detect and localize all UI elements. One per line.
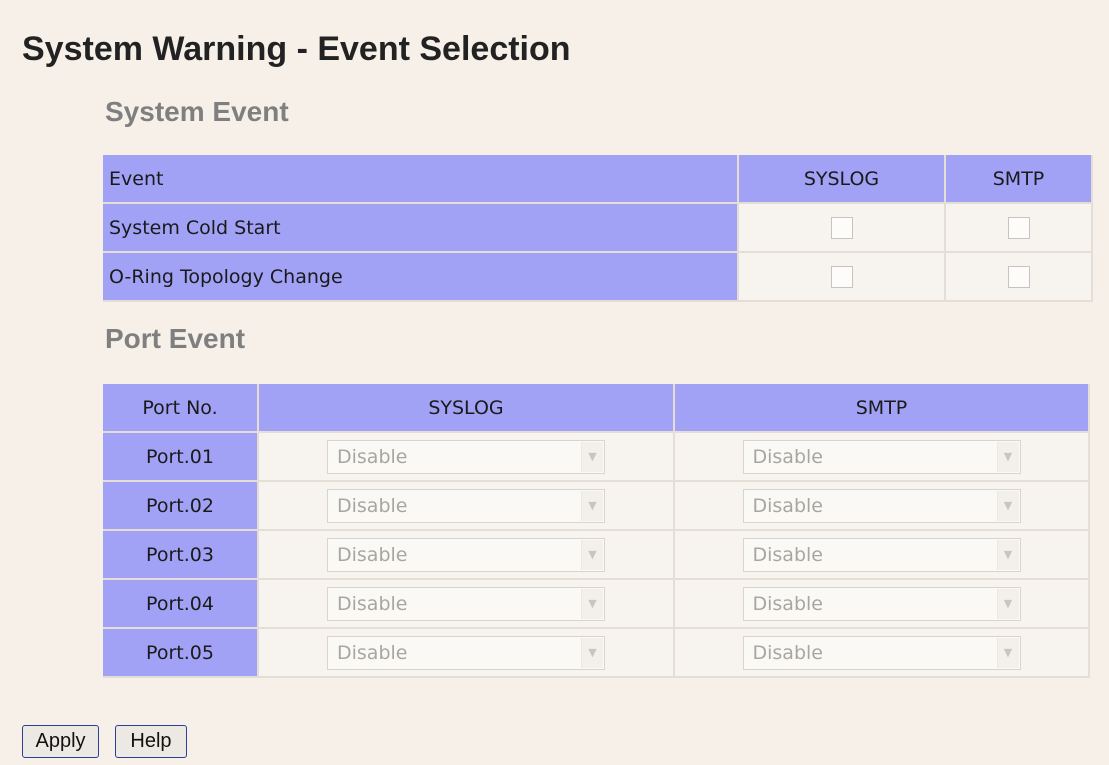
select-value: Disable (752, 592, 823, 615)
header-event: Event (103, 155, 739, 204)
port-05-syslog-select[interactable]: Disable ▼ (327, 635, 605, 670)
port-event-title: Port Event (105, 323, 246, 354)
system-event-table: Event SYSLOG SMTP System Cold Start O-Ri… (103, 155, 1093, 302)
header-smtp: SMTP (946, 155, 1093, 204)
port-04-syslog-select[interactable]: Disable ▼ (327, 586, 605, 621)
syslog-cell (739, 204, 946, 253)
select-value: Disable (337, 445, 408, 468)
port-01-smtp-select[interactable]: Disable ▼ (742, 439, 1021, 474)
table-row: Port.05 Disable ▼ Disable ▼ (103, 629, 1090, 678)
port-label: Port.02 (103, 482, 259, 531)
select-value: Disable (752, 445, 823, 468)
chevron-down-icon[interactable]: ▼ (581, 490, 603, 521)
port-01-syslog-select[interactable]: Disable ▼ (327, 439, 605, 474)
syslog-cell: Disable ▼ (259, 433, 675, 482)
smtp-cell (946, 253, 1093, 302)
chevron-down-icon[interactable]: ▼ (996, 490, 1019, 521)
syslog-cell: Disable ▼ (259, 629, 675, 678)
oring-topology-change-syslog-checkbox[interactable] (830, 265, 853, 288)
port-label: Port.05 (103, 629, 259, 678)
table-row: System Cold Start (103, 204, 1093, 253)
smtp-cell: Disable ▼ (675, 531, 1090, 580)
syslog-cell (739, 253, 946, 302)
port-03-syslog-select[interactable]: Disable ▼ (327, 537, 605, 572)
header-port-syslog: SYSLOG (259, 384, 675, 433)
port-02-syslog-select[interactable]: Disable ▼ (327, 488, 605, 523)
system-cold-start-syslog-checkbox[interactable] (830, 216, 853, 239)
smtp-cell: Disable ▼ (675, 629, 1090, 678)
system-cold-start-smtp-checkbox[interactable] (1007, 216, 1030, 239)
table-header-row: Event SYSLOG SMTP (103, 155, 1093, 204)
syslog-cell: Disable ▼ (259, 531, 675, 580)
port-02-smtp-select[interactable]: Disable ▼ (742, 488, 1021, 523)
event-label-oring-topology-change: O-Ring Topology Change (103, 253, 739, 302)
page-title: System Warning - Event Selection (22, 30, 571, 68)
chevron-down-icon[interactable]: ▼ (581, 539, 603, 570)
header-syslog: SYSLOG (739, 155, 946, 204)
port-05-smtp-select[interactable]: Disable ▼ (742, 635, 1021, 670)
table-row: Port.02 Disable ▼ Disable ▼ (103, 482, 1090, 531)
system-event-title: System Event (105, 96, 289, 127)
port-label: Port.03 (103, 531, 259, 580)
select-value: Disable (752, 641, 823, 664)
port-03-smtp-select[interactable]: Disable ▼ (742, 537, 1021, 572)
port-label: Port.01 (103, 433, 259, 482)
header-port-no: Port No. (103, 384, 259, 433)
port-04-smtp-select[interactable]: Disable ▼ (742, 586, 1021, 621)
chevron-down-icon[interactable]: ▼ (996, 588, 1019, 619)
help-button[interactable]: Help (115, 725, 187, 758)
select-value: Disable (337, 494, 408, 517)
chevron-down-icon[interactable]: ▼ (581, 637, 603, 668)
smtp-cell: Disable ▼ (675, 580, 1090, 629)
select-value: Disable (337, 592, 408, 615)
chevron-down-icon[interactable]: ▼ (581, 441, 603, 472)
event-label-system-cold-start: System Cold Start (103, 204, 739, 253)
oring-topology-change-smtp-checkbox[interactable] (1007, 265, 1030, 288)
select-value: Disable (752, 494, 823, 517)
smtp-cell: Disable ▼ (675, 482, 1090, 531)
port-event-table: Port No. SYSLOG SMTP Port.01 Disable ▼ D… (103, 384, 1090, 678)
select-value: Disable (337, 543, 408, 566)
header-port-smtp: SMTP (675, 384, 1090, 433)
table-row: Port.01 Disable ▼ Disable ▼ (103, 433, 1090, 482)
chevron-down-icon[interactable]: ▼ (996, 539, 1019, 570)
chevron-down-icon[interactable]: ▼ (996, 637, 1019, 668)
smtp-cell: Disable ▼ (675, 433, 1090, 482)
select-value: Disable (337, 641, 408, 664)
table-row: Port.04 Disable ▼ Disable ▼ (103, 580, 1090, 629)
chevron-down-icon[interactable]: ▼ (581, 588, 603, 619)
table-row: Port.03 Disable ▼ Disable ▼ (103, 531, 1090, 580)
chevron-down-icon[interactable]: ▼ (996, 441, 1019, 472)
syslog-cell: Disable ▼ (259, 482, 675, 531)
syslog-cell: Disable ▼ (259, 580, 675, 629)
port-label: Port.04 (103, 580, 259, 629)
apply-button[interactable]: Apply (22, 725, 99, 758)
table-header-row: Port No. SYSLOG SMTP (103, 384, 1090, 433)
table-row: O-Ring Topology Change (103, 253, 1093, 302)
select-value: Disable (752, 543, 823, 566)
smtp-cell (946, 204, 1093, 253)
